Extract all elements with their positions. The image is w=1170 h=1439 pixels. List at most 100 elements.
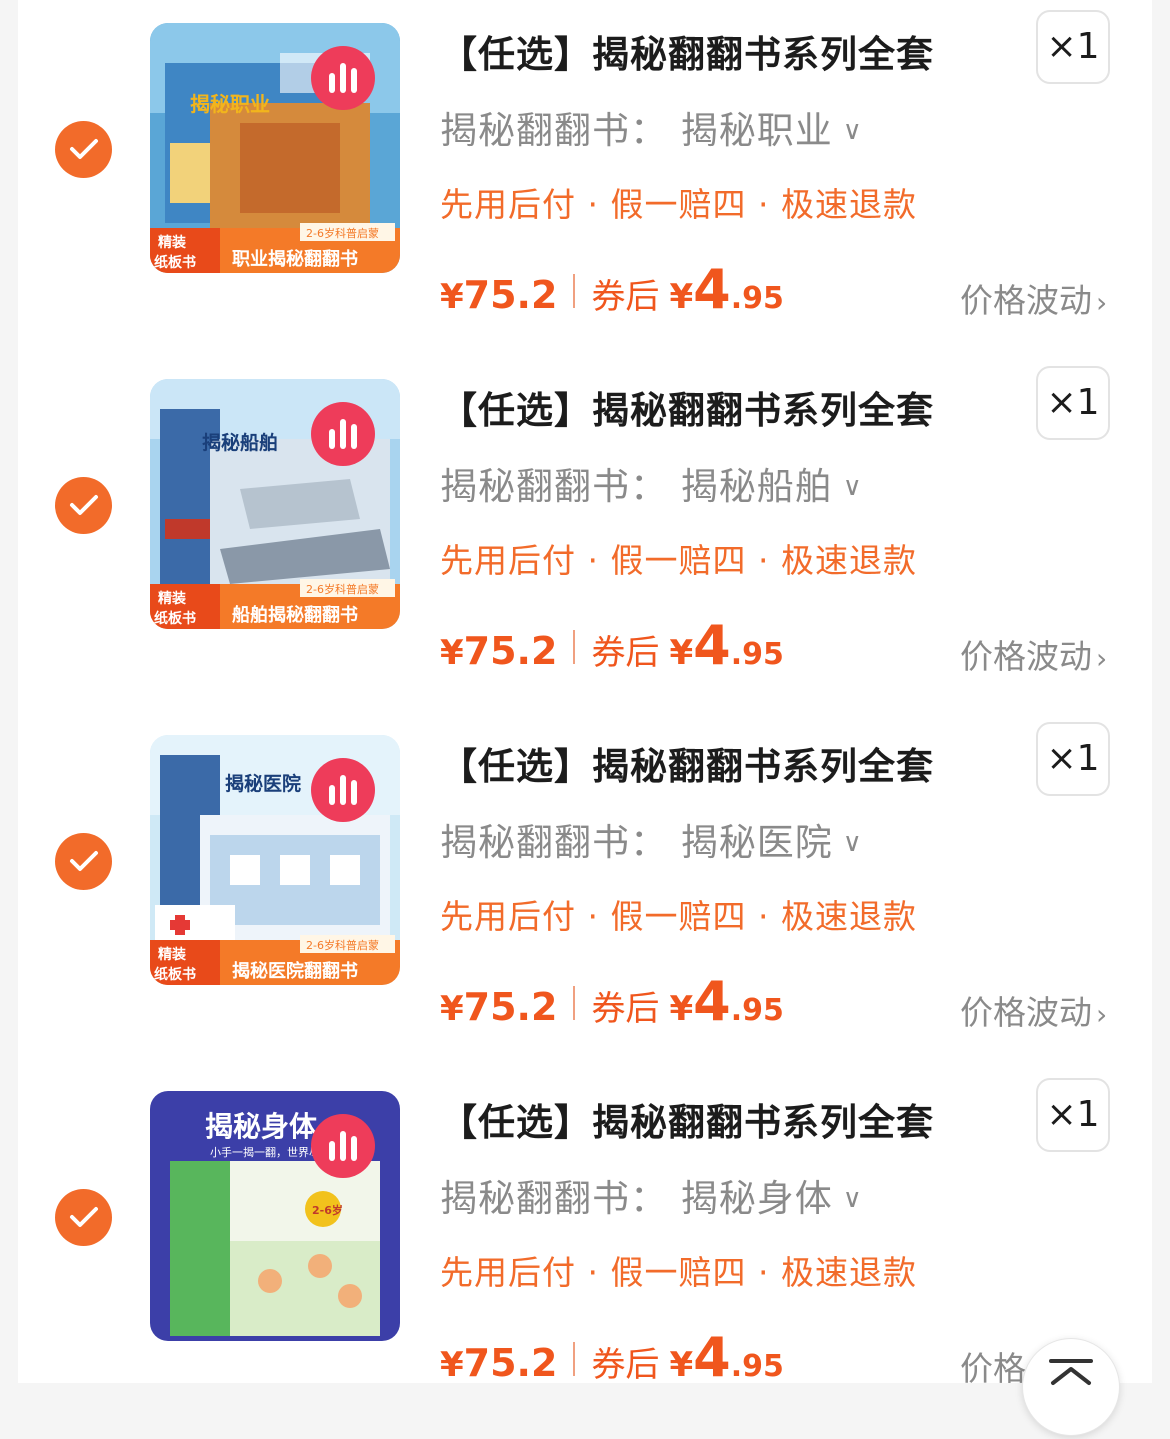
- spec-selector[interactable]: 揭秘翻翻书： 揭秘身体 ∨: [440, 1168, 863, 1222]
- check-icon: [70, 139, 98, 159]
- fluct-label: 价格: [960, 1349, 1026, 1388]
- quantity-button[interactable]: ×1: [1036, 10, 1110, 84]
- coupon-price-dec: .95: [730, 993, 784, 1028]
- price-divider: [573, 274, 576, 308]
- item-select-checkbox[interactable]: [55, 833, 112, 890]
- spec-selector[interactable]: 揭秘翻翻书： 揭秘船舶 ∨: [440, 456, 863, 510]
- product-title[interactable]: 【任选】揭秘翻翻书系列全套: [440, 380, 934, 434]
- chevron-right-icon: ›: [1096, 998, 1108, 1031]
- svg-text:精装: 精装: [158, 234, 187, 251]
- cover-bottom-text: 职业揭秘翻翻书: [232, 248, 358, 270]
- price-fluctuation-link[interactable]: 价格波动 ›: [960, 274, 1107, 322]
- cover-age-text: 2-6岁: [312, 1203, 343, 1217]
- spec-label: 揭秘翻翻书： 揭秘职业: [440, 109, 833, 152]
- price-symbol: ¥: [440, 633, 464, 673]
- quantity-button[interactable]: ×1: [1036, 1078, 1110, 1152]
- product-title[interactable]: 【任选】揭秘翻翻书系列全套: [440, 24, 934, 78]
- coupon-symbol: ¥: [669, 989, 694, 1029]
- chevron-down-icon: ∨: [842, 116, 863, 146]
- price-fluctuation-link[interactable]: 价格波动 ›: [960, 986, 1107, 1034]
- svg-text:精装: 精装: [158, 946, 187, 963]
- coupon-label: 券后: [591, 277, 660, 317]
- coupon-label: 券后: [591, 989, 660, 1029]
- cart-item: 揭秘医院 精装 纸板书 揭秘医院翻翻书 2-6岁科普启蒙 【任选】揭秘翻翻书系列…: [0, 712, 1170, 1068]
- coupon-symbol: ¥: [669, 633, 694, 673]
- fluct-label: 价格波动: [960, 637, 1092, 676]
- price-symbol: ¥: [440, 989, 464, 1029]
- check-icon: [70, 495, 98, 515]
- cover-title-text: 揭秘身体: [205, 1110, 318, 1143]
- item-select-checkbox[interactable]: [55, 477, 112, 534]
- product-thumbnail[interactable]: 揭秘船舶 精装 纸板书 船舶揭秘翻翻书 2-6岁科普启蒙: [150, 379, 400, 629]
- price-divider: [573, 630, 576, 664]
- price-row: ¥75.2 券后 ¥4.95: [440, 1326, 784, 1389]
- quantity-button[interactable]: ×1: [1036, 722, 1110, 796]
- chevron-right-icon: ›: [1096, 286, 1108, 319]
- coupon-price-dec: .95: [730, 637, 784, 672]
- price-value: 75.2: [463, 1341, 558, 1385]
- product-title[interactable]: 【任选】揭秘翻翻书系列全套: [440, 1092, 934, 1146]
- scroll-to-top-icon: [1049, 1359, 1093, 1385]
- check-icon: [70, 1207, 98, 1227]
- cart-item: 2-6岁 揭秘身体 小手一揭一翻，世界尽在眼前 【任选】揭秘翻翻书系列全套 ×1…: [0, 1068, 1170, 1424]
- cover-title-text: 揭秘职业: [190, 92, 270, 116]
- coupon-price-dec: .95: [730, 281, 784, 316]
- svg-text:纸板书: 纸板书: [154, 966, 196, 983]
- cart-item: 揭秘船舶 精装 纸板书 船舶揭秘翻翻书 2-6岁科普启蒙 【任选】揭秘翻翻书系列…: [0, 356, 1170, 712]
- cover-bottom-text: 揭秘医院翻翻书: [232, 960, 358, 982]
- coupon-symbol: ¥: [669, 1345, 694, 1385]
- chevron-down-icon: ∨: [842, 472, 863, 502]
- price-row: ¥75.2 券后 ¥4.95: [440, 258, 784, 321]
- cover-age-text: 2-6岁科普启蒙: [306, 226, 379, 240]
- price-row: ¥75.2 券后 ¥4.95: [440, 614, 784, 677]
- price-value: 75.2: [463, 629, 558, 673]
- price-row: ¥75.2 券后 ¥4.95: [440, 970, 784, 1033]
- check-icon: [70, 851, 98, 871]
- svg-text:纸板书: 纸板书: [154, 610, 196, 627]
- spec-label: 揭秘翻翻书： 揭秘身体: [440, 1177, 833, 1220]
- cart-item: 揭秘职业 精装 纸板书 职业揭秘翻翻书 2-6岁科普启蒙 【任选】揭秘翻翻书系列…: [0, 0, 1170, 356]
- coupon-price-int: 4: [693, 614, 731, 677]
- service-tags: 先用后付 · 假一赔四 · 极速退款: [440, 541, 917, 580]
- cover-title-text: 揭秘医院: [225, 772, 301, 795]
- spec-label: 揭秘翻翻书： 揭秘船舶: [440, 465, 833, 508]
- cover-age-text: 2-6岁科普启蒙: [306, 582, 379, 596]
- coupon-label: 券后: [591, 1345, 660, 1385]
- cover-bottom-text: 船舶揭秘翻翻书: [232, 604, 358, 626]
- service-tags: 先用后付 · 假一赔四 · 极速退款: [440, 1253, 917, 1292]
- coupon-price-dec: .95: [730, 1349, 784, 1384]
- service-tags: 先用后付 · 假一赔四 · 极速退款: [440, 897, 917, 936]
- price-symbol: ¥: [440, 1345, 464, 1385]
- coupon-symbol: ¥: [669, 277, 694, 317]
- coupon-price-int: 4: [693, 1326, 731, 1389]
- spec-label: 揭秘翻翻书： 揭秘医院: [440, 821, 833, 864]
- cover-age-text: 2-6岁科普启蒙: [306, 938, 379, 952]
- scroll-to-top-button[interactable]: [1022, 1338, 1120, 1436]
- product-thumbnail[interactable]: 揭秘职业 精装 纸板书 职业揭秘翻翻书 2-6岁科普启蒙: [150, 23, 400, 273]
- coupon-price-int: 4: [693, 970, 731, 1033]
- fluct-label: 价格波动: [960, 993, 1092, 1032]
- price-symbol: ¥: [440, 277, 464, 317]
- coupon-label: 券后: [591, 633, 660, 673]
- spec-selector[interactable]: 揭秘翻翻书： 揭秘职业 ∨: [440, 100, 863, 154]
- svg-text:精装: 精装: [158, 590, 187, 607]
- chevron-down-icon: ∨: [842, 1184, 863, 1214]
- item-select-checkbox[interactable]: [55, 1189, 112, 1246]
- price-fluctuation-link[interactable]: 价格波动 ›: [960, 630, 1107, 678]
- chevron-down-icon: ∨: [842, 828, 863, 858]
- price-value: 75.2: [463, 985, 558, 1029]
- svg-text:纸板书: 纸板书: [154, 254, 196, 271]
- price-divider: [573, 1342, 576, 1376]
- service-tags: 先用后付 · 假一赔四 · 极速退款: [440, 185, 917, 224]
- product-thumbnail[interactable]: 2-6岁 揭秘身体 小手一揭一翻，世界尽在眼前: [150, 1091, 400, 1341]
- product-thumbnail[interactable]: 揭秘医院 精装 纸板书 揭秘医院翻翻书 2-6岁科普启蒙: [150, 735, 400, 985]
- quantity-button[interactable]: ×1: [1036, 366, 1110, 440]
- spec-selector[interactable]: 揭秘翻翻书： 揭秘医院 ∨: [440, 812, 863, 866]
- price-divider: [573, 986, 576, 1020]
- price-value: 75.2: [463, 273, 558, 317]
- item-select-checkbox[interactable]: [55, 121, 112, 178]
- cover-title-text: 揭秘船舶: [202, 431, 278, 454]
- fluct-label: 价格波动: [960, 281, 1092, 320]
- coupon-price-int: 4: [693, 258, 731, 321]
- product-title[interactable]: 【任选】揭秘翻翻书系列全套: [440, 736, 934, 790]
